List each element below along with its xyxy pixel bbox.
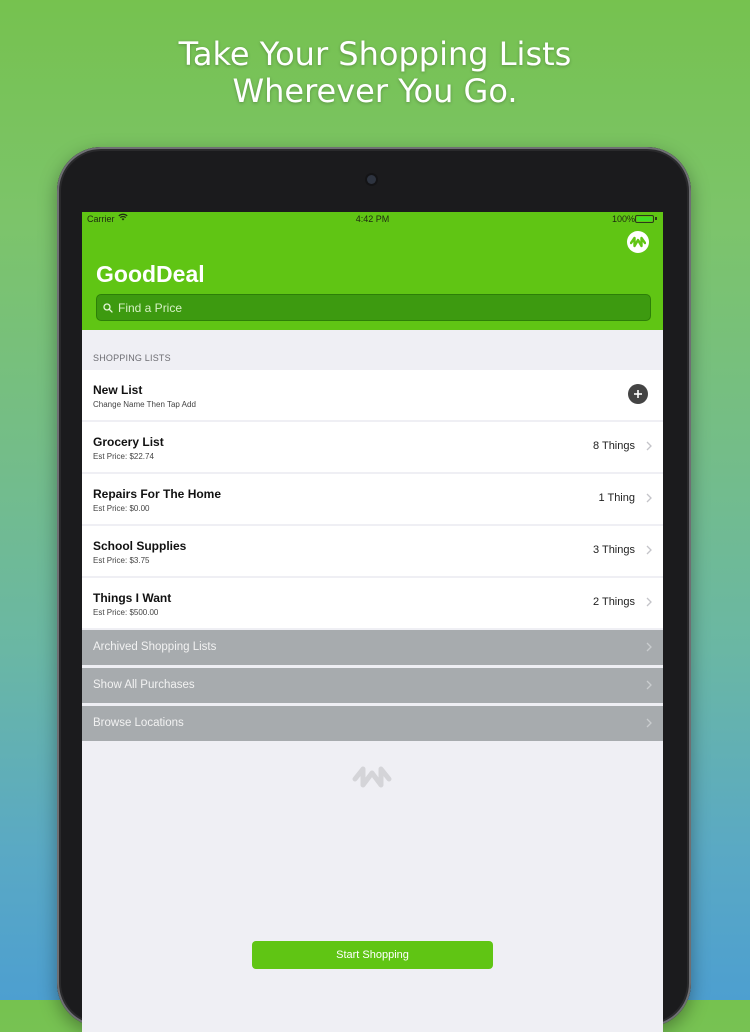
chevron-right-icon — [646, 597, 652, 607]
battery-icon — [635, 215, 654, 223]
menu-label: Archived Shopping Lists — [93, 641, 217, 653]
status-time: 4:42 PM — [355, 214, 390, 224]
list-count: 2 Things — [593, 596, 635, 608]
add-list-button[interactable] — [628, 384, 648, 404]
app-screen: Carrier 4:42 PM 100% GoodDeal Find a Pri… — [82, 212, 663, 1032]
menu-browse-locations[interactable]: Browse Locations — [82, 706, 663, 741]
search-input[interactable] — [118, 300, 650, 315]
list-price: Est Price: $22.74 — [93, 452, 154, 461]
chevron-right-icon — [646, 642, 652, 652]
menu-label: Show All Purchases — [93, 679, 195, 691]
section-label-shopping-lists: SHOPPING LISTS — [93, 353, 171, 363]
chevron-right-icon — [646, 441, 652, 451]
list-price: Est Price: $0.00 — [93, 504, 150, 513]
list-count: 1 Thing — [598, 492, 636, 504]
app-logo-icon[interactable] — [627, 231, 649, 253]
chevron-right-icon — [646, 545, 652, 555]
new-list-title: New List — [93, 383, 143, 397]
menu-show-all-purchases[interactable]: Show All Purchases — [82, 668, 663, 703]
app-header: Carrier 4:42 PM 100% GoodDeal — [82, 212, 663, 330]
app-title: GoodDeal — [96, 261, 205, 287]
headline-line-2: Wherever You Go. — [232, 72, 518, 110]
list-row-repairs[interactable]: Repairs For The Home Est Price: $0.00 1 … — [82, 474, 663, 524]
status-bar: Carrier 4:42 PM 100% — [82, 212, 663, 226]
new-list-subtitle: Change Name Then Tap Add — [93, 400, 196, 409]
start-shopping-button[interactable]: Start Shopping — [252, 941, 493, 969]
app-logo-icon — [352, 766, 392, 788]
plus-icon — [634, 390, 642, 398]
list-row-school-supplies[interactable]: School Supplies Est Price: $3.75 3 Thing… — [82, 526, 663, 576]
new-list-row[interactable]: New List Change Name Then Tap Add — [82, 370, 663, 420]
search-bar[interactable] — [96, 294, 651, 321]
list-count: 8 Things — [593, 440, 635, 452]
headline-line-1: Take Your Shopping Lists — [178, 35, 572, 73]
front-camera — [367, 175, 376, 184]
search-icon — [103, 302, 113, 313]
chevron-right-icon — [646, 718, 652, 728]
list-count: 3 Things — [593, 544, 635, 556]
marketing-headline: Take Your Shopping Lists Wherever You Go… — [0, 36, 750, 110]
menu-archived-lists[interactable]: Archived Shopping Lists — [82, 630, 663, 665]
list-name: Repairs For The Home — [93, 487, 222, 501]
app-logo-glyph — [630, 236, 646, 248]
chevron-right-icon — [646, 493, 652, 503]
list-row-things-i-want[interactable]: Things I Want Est Price: $500.00 2 Thing… — [82, 578, 663, 628]
battery-percent: 100% — [612, 214, 636, 224]
chevron-right-icon — [646, 680, 652, 690]
list-price: Est Price: $3.75 — [93, 556, 150, 565]
tablet-device: Carrier 4:42 PM 100% GoodDeal Find a Pri… — [57, 147, 691, 1032]
list-name: Things I Want — [93, 591, 172, 605]
list-name: Grocery List — [93, 435, 164, 449]
list-name: School Supplies — [93, 539, 187, 553]
list-price: Est Price: $500.00 — [93, 608, 159, 617]
menu-label: Browse Locations — [93, 717, 184, 729]
battery-tip — [655, 217, 657, 220]
list-row-grocery[interactable]: Grocery List Est Price: $22.74 8 Things — [82, 422, 663, 472]
